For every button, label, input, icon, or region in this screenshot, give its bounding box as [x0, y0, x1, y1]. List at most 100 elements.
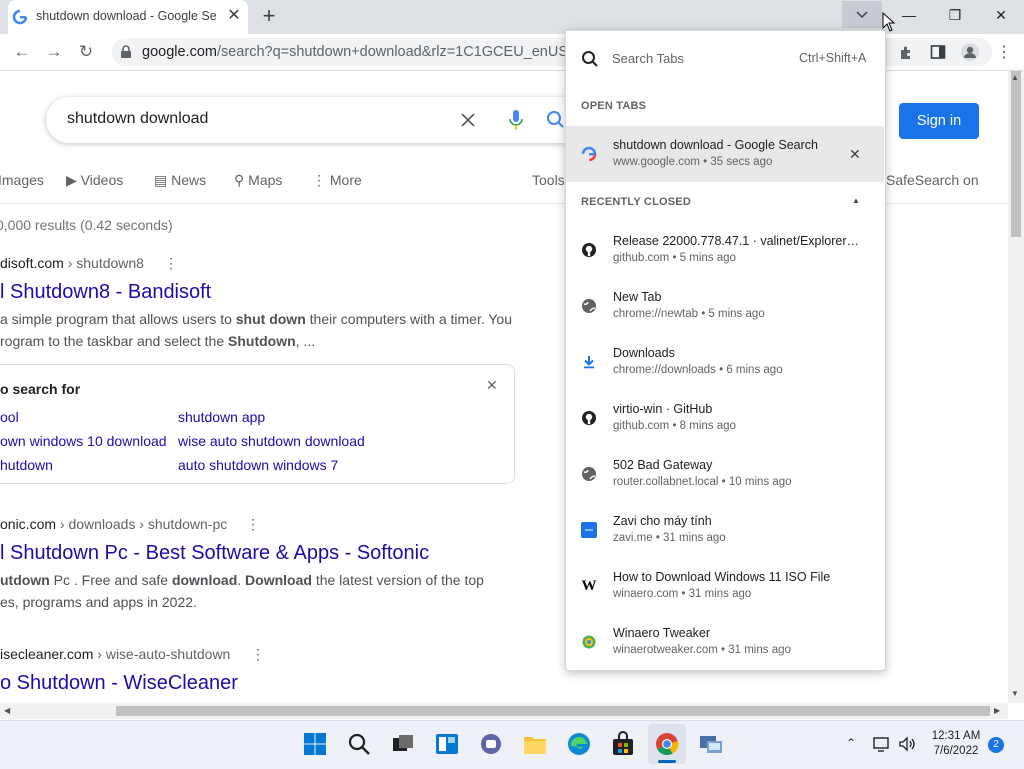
scroll-up-arrow-icon[interactable]: ▲	[1011, 73, 1019, 82]
recently-closed-item[interactable]	[565, 614, 885, 670]
windows-start-icon[interactable]	[301, 730, 329, 758]
result-snippet-line: a simple program that allows users to sh…	[0, 311, 512, 327]
extensions-icon[interactable]	[898, 44, 914, 60]
side-panel-icon[interactable]	[930, 44, 946, 60]
vertical-scroll-thumb[interactable]	[1011, 71, 1021, 237]
tab-search-input[interactable]: Search Tabs	[612, 51, 684, 66]
recently-closed-subtitle: chrome://newtab • 5 mins ago	[613, 308, 765, 320]
new-tab-button[interactable]: +	[256, 5, 282, 29]
tab-maps-label: Maps	[248, 172, 283, 188]
safesearch-toggle[interactable]: SafeSearch on	[886, 172, 979, 188]
more-vert-icon: ⋮	[312, 172, 326, 188]
close-window-button[interactable]: ✕	[978, 0, 1024, 30]
open-tab-item[interactable]	[566, 126, 884, 182]
profile-avatar-icon[interactable]	[960, 42, 980, 62]
back-button[interactable]: ←	[10, 40, 34, 64]
recently-closed-subtitle: github.com • 8 mins ago	[613, 420, 736, 432]
result-menu-icon[interactable]: ⋮	[164, 255, 178, 272]
related-search-link[interactable]: hutdown	[0, 457, 53, 473]
close-icon[interactable]: ✕	[486, 377, 498, 394]
zavi-icon	[581, 522, 597, 538]
chat-icon[interactable]	[477, 730, 505, 758]
tab-search-button[interactable]	[842, 1, 882, 28]
search-icon[interactable]	[345, 730, 373, 758]
reload-button[interactable]: ↻	[74, 40, 98, 64]
recently-closed-item[interactable]	[565, 222, 885, 278]
tab-maps[interactable]: ⚲ Maps	[234, 172, 282, 189]
active-app-indicator	[658, 760, 676, 763]
recently-closed-item[interactable]	[565, 390, 885, 446]
chevron-up-icon[interactable]: ⌃	[846, 736, 856, 750]
result-site: onic.com	[0, 516, 57, 532]
scroll-left-arrow-icon[interactable]: ◀	[4, 706, 10, 715]
tools-button[interactable]: Tools	[532, 172, 565, 188]
globe-icon	[582, 299, 596, 313]
recently-closed-title: Release 22000.778.47.1 · valinet/Explore…	[613, 234, 863, 248]
tab-videos-label: Videos	[80, 172, 124, 188]
horizontal-scroll-thumb[interactable]	[116, 706, 990, 716]
recently-closed-title: virtio-win · GitHub	[613, 402, 713, 416]
google-icon	[581, 146, 597, 162]
clear-search-icon[interactable]	[459, 111, 477, 129]
related-search-link[interactable]: ool	[0, 409, 19, 425]
restore-button[interactable]: ❐	[932, 0, 978, 30]
notification-badge[interactable]: 2	[988, 737, 1004, 753]
result-menu-icon[interactable]: ⋮	[246, 516, 260, 533]
volume-icon[interactable]	[898, 735, 916, 753]
recently-closed-title: Winaero Tweaker	[613, 626, 711, 640]
file-explorer-icon[interactable]	[521, 730, 549, 758]
recently-closed-item[interactable]	[565, 558, 885, 614]
search-icon[interactable]	[546, 110, 566, 130]
edge-icon[interactable]	[565, 730, 593, 758]
tab-images-label: Images	[0, 172, 44, 188]
recently-closed-subtitle: winaerotweaker.com • 31 mins ago	[613, 644, 791, 656]
scroll-down-arrow-icon[interactable]: ▼	[1011, 689, 1019, 698]
tab-news[interactable]: ▤ News	[154, 172, 206, 189]
recently-closed-subtitle: router.collabnet.local • 10 mins ago	[613, 476, 792, 488]
recently-closed-title: New Tab	[613, 290, 662, 304]
sign-in-button[interactable]: Sign in	[899, 103, 979, 139]
tab-images[interactable]: Images	[0, 172, 44, 188]
network-icon[interactable]	[872, 735, 892, 753]
tab-more[interactable]: ⋮ More	[312, 172, 362, 189]
store-icon[interactable]	[609, 730, 637, 758]
task-view-icon[interactable]	[389, 730, 417, 758]
result-title[interactable]: o Shutdown - WiseCleaner	[0, 672, 238, 695]
scroll-right-arrow-icon[interactable]: ▶	[994, 706, 1000, 715]
related-search-link[interactable]: own windows 10 download	[0, 433, 167, 449]
result-menu-icon[interactable]: ⋮	[251, 646, 265, 663]
widgets-icon[interactable]	[433, 730, 461, 758]
recently-closed-item[interactable]	[565, 334, 885, 390]
recently-closed-item[interactable]	[565, 446, 885, 502]
chrome-icon[interactable]	[653, 730, 681, 758]
github-icon	[582, 243, 596, 257]
forward-button[interactable]: →	[42, 40, 66, 64]
microphone-icon[interactable]	[508, 108, 524, 132]
video-icon: ▶︎	[66, 172, 77, 188]
lock-icon[interactable]	[120, 45, 132, 59]
recently-closed-item[interactable]	[565, 502, 885, 558]
recently-closed-title: 502 Bad Gateway	[613, 458, 713, 472]
close-tab-icon[interactable]: ✕	[849, 146, 861, 163]
related-search-link[interactable]: shutdown app	[178, 409, 265, 425]
map-pin-icon: ⚲	[234, 172, 245, 188]
result-cite[interactable]: onic.com › downloads › shutdown-pc	[0, 516, 227, 532]
search-query[interactable]: shutdown download	[67, 110, 208, 128]
collapse-section-icon[interactable]: ▲	[852, 196, 860, 205]
tab-videos[interactable]: ▶︎ Videos	[66, 172, 123, 189]
related-search-link[interactable]: auto shutdown windows 7	[178, 457, 338, 473]
recently-closed-title: How to Download Windows 11 ISO File	[613, 570, 831, 584]
recently-closed-item[interactable]	[565, 278, 885, 334]
result-title[interactable]: l Shutdown8 - Bandisoft	[0, 281, 211, 304]
result-title[interactable]: l Shutdown Pc - Best Software & Apps - S…	[0, 542, 429, 565]
result-cite[interactable]: disoft.com › shutdown8	[0, 255, 144, 271]
remote-desktop-icon[interactable]	[697, 730, 725, 758]
browser-menu-icon[interactable]: ⋮	[996, 42, 1012, 62]
tab-close-icon[interactable]: ✕	[224, 6, 244, 26]
result-snippet-line: rogram to the taskbar and select the Shu…	[0, 333, 316, 349]
system-clock[interactable]: 12:31 AM 7/6/2022	[926, 729, 986, 759]
url-text[interactable]: google.com/search?q=shutdown+download&rl…	[142, 44, 568, 60]
result-cite[interactable]: isecleaner.com › wise-auto-shutdown	[0, 646, 230, 662]
related-search-link[interactable]: wise auto shutdown download	[178, 433, 365, 449]
tab-more-label: More	[329, 172, 362, 188]
